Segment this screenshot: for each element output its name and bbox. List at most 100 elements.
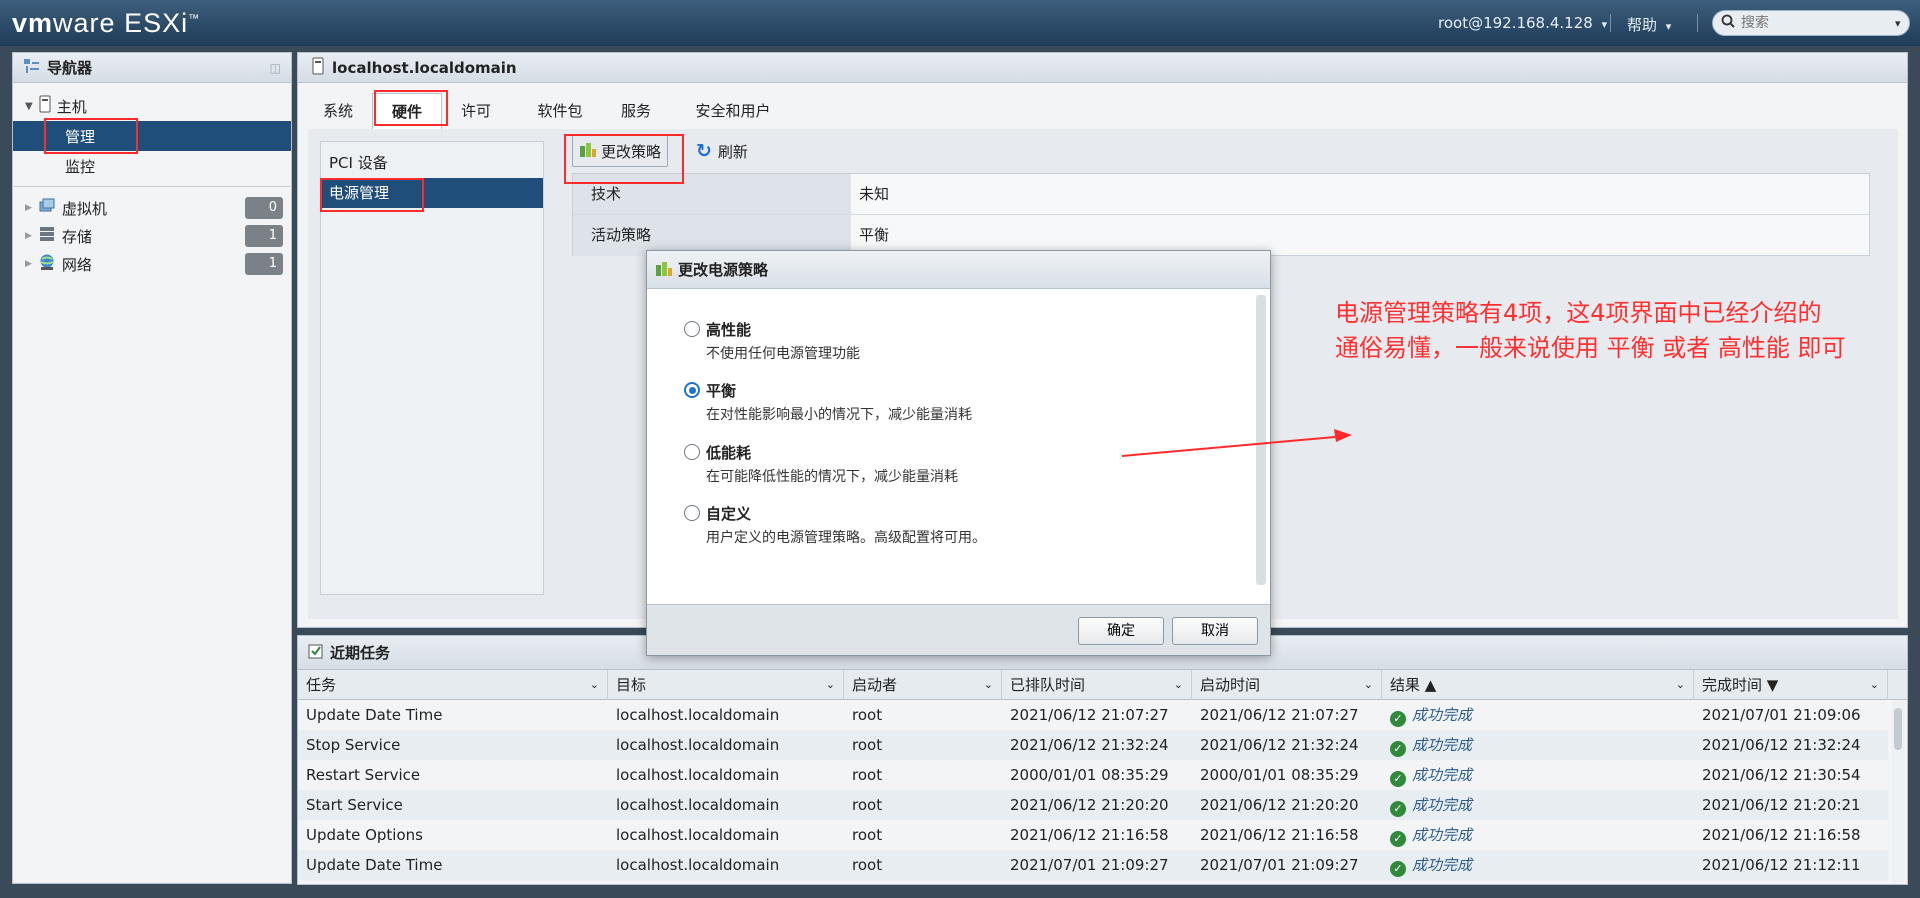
option-title: 自定义 (706, 505, 752, 523)
nav-item-storage[interactable]: ▶ 存储 1 (13, 221, 291, 251)
table-cell: Update Date Time (306, 706, 443, 724)
annotation-line: 电源管理策略有4项，这4项界面中已经介绍的 (1335, 299, 1822, 327)
chevron-down-icon: ⌄ (1173, 678, 1183, 691)
scrollbar-thumb[interactable] (1894, 708, 1902, 750)
table-cell: ✓ 成功完成 (1382, 850, 1694, 880)
ok-button[interactable]: 确定 (1078, 617, 1164, 645)
chevron-down-icon: ⌄ (825, 678, 835, 691)
nav-item-monitor[interactable]: 监控 (13, 151, 291, 181)
chevron-down-icon[interactable]: ▾ (1895, 17, 1901, 30)
grid-value: 未知 (859, 185, 890, 203)
navigator-icon (23, 58, 41, 78)
option-title: 平衡 (706, 382, 737, 400)
tasks-table-header: 任务 ⌄ 目标 ⌄ 启动者 ⌄ 已排队时间 ⌄ 启动时间 ⌄ 结果 ▲ ⌄ 完成时间 ▼ ⌄ (298, 670, 1907, 700)
cancel-button[interactable]: 取消 (1172, 617, 1258, 645)
nav-item-label: 管理 (65, 127, 96, 146)
change-policy-button[interactable]: 更改策略 (572, 135, 669, 167)
option-description: 在可能降低性能的情况下，减少能量消耗 (706, 469, 958, 485)
table-cell: 2021/06/12 21:20:21 (1702, 796, 1861, 814)
column-header-completed[interactable]: 完成时间 ▼ ⌄ (1694, 670, 1888, 700)
table-cell: ✓ 成功完成 (1382, 730, 1694, 760)
table-cell: Restart Service (306, 766, 421, 784)
table-row[interactable]: Update Options localhost.localdomain root 2… (298, 820, 1888, 850)
table-row[interactable]: Restart Service localhost.localdomain root… (298, 760, 1888, 790)
tab-security-users[interactable]: 安全和用户 (688, 93, 778, 129)
radio-button[interactable] (684, 505, 700, 521)
nav-item-host[interactable]: ▼ 主机 (13, 91, 291, 121)
annotation-arrow (1121, 429, 1352, 457)
table-cell: 2000/01/01 08:35:29 (1200, 766, 1359, 784)
table-cell: 2021/06/12 21:16:58 (1010, 826, 1169, 844)
table-cell: localhost.localdomain (616, 706, 780, 724)
help-menu[interactable]: 帮助 ▾ (1627, 14, 1671, 35)
nav-item-label: 虚拟机 (61, 199, 107, 218)
table-cell: 2000/01/01 08:35:29 (1010, 766, 1169, 784)
column-header-result[interactable]: 结果 ▲ ⌄ (1382, 670, 1694, 700)
table-cell: ✓ 成功完成 (1382, 700, 1694, 730)
vm-count-badge: 0 (245, 197, 283, 219)
chevron-down-icon: ⌄ (1363, 678, 1373, 691)
host-icon (39, 95, 51, 117)
success-check-icon: ✓ (1390, 861, 1406, 877)
column-header-started[interactable]: 启动时间 ⌄ (1192, 670, 1382, 700)
table-cell: 2021/06/12 21:32:24 (1200, 736, 1359, 754)
table-row[interactable]: Stop Service localhost.localdomain root 202… (298, 730, 1888, 760)
table-cell: 2021/06/12 21:32:24 (1702, 736, 1861, 754)
table-row[interactable]: Update Date Time localhost.localdomain roo… (298, 850, 1888, 880)
nav-item-label: 存储 (61, 227, 92, 246)
table-cell: 2021/06/12 21:12:11 (1702, 856, 1861, 874)
table-cell: ✓ 成功完成 (1382, 790, 1694, 820)
nav-item-vms[interactable]: ▶ 虚拟机 0 (13, 193, 291, 223)
tab-license[interactable]: 许可 (454, 93, 498, 129)
radio-button[interactable] (684, 444, 700, 460)
tab-bar: 系统 硬件 许可 软件包 服务 安全和用户 (298, 93, 1907, 129)
subnav-power-management[interactable]: 电源管理 (321, 178, 543, 208)
power-policy-icon (579, 140, 597, 162)
expand-triangle-icon[interactable]: ▶ (25, 231, 32, 241)
tab-hardware[interactable]: 硬件 (372, 93, 442, 129)
table-cell: localhost.localdomain (616, 856, 780, 874)
table-row[interactable]: Start Service localhost.localdomain root 20… (298, 790, 1888, 820)
success-check-icon: ✓ (1390, 801, 1406, 817)
navigator-title: 导航器 (47, 59, 93, 77)
nav-item-label: 网络 (61, 255, 92, 274)
table-cell: 2021/06/12 21:16:58 (1200, 826, 1359, 844)
chevron-down-icon: ⌄ (1869, 678, 1879, 691)
table-cell: localhost.localdomain (616, 796, 780, 814)
tasks-scrollbar[interactable] (1892, 702, 1904, 882)
nav-item-manage[interactable]: 管理 (13, 121, 291, 151)
table-cell: root (852, 736, 883, 754)
divider (13, 186, 291, 187)
column-header-task[interactable]: 任务 ⌄ (298, 670, 608, 700)
table-cell: 2021/06/12 21:32:24 (1010, 736, 1169, 754)
table-cell: 2021/07/01 21:09:06 (1702, 706, 1861, 724)
table-cell: ✓ 成功完成 (1382, 760, 1694, 790)
chevron-down-icon: ⌄ (589, 678, 599, 691)
grid-key: 技术 (591, 185, 622, 203)
nav-item-network[interactable]: ▶ 网络 1 (13, 249, 291, 279)
expand-triangle-icon[interactable]: ▼ (25, 101, 33, 112)
expand-triangle-icon[interactable]: ▶ (25, 259, 32, 269)
table-row[interactable]: Update Date Time localhost.localdomain roo… (298, 700, 1888, 730)
column-header-queued[interactable]: 已排队时间 ⌄ (1002, 670, 1192, 700)
column-header-initiator[interactable]: 启动者 ⌄ (844, 670, 1002, 700)
refresh-icon: ↻ (696, 140, 712, 162)
success-check-icon: ✓ (1390, 741, 1406, 757)
radio-button[interactable] (684, 321, 700, 337)
option-title: 低能耗 (706, 444, 752, 462)
subnav-pci-devices[interactable]: PCI 设备 (321, 148, 543, 178)
collapse-icon[interactable]: ◫ (270, 61, 281, 75)
refresh-button[interactable]: ↻ 刷新 (696, 135, 748, 167)
expand-triangle-icon[interactable]: ▶ (25, 203, 32, 213)
user-menu[interactable]: root@192.168.4.128 ▾ (1438, 14, 1607, 32)
column-header-target[interactable]: 目标 ⌄ (608, 670, 844, 700)
tab-services[interactable]: 服务 (614, 93, 658, 129)
network-count-badge: 1 (245, 253, 283, 275)
table-cell: root (852, 856, 883, 874)
search-input[interactable] (1741, 15, 1891, 31)
tasks-icon (308, 643, 324, 663)
radio-button-selected[interactable] (684, 382, 700, 398)
tab-packages[interactable]: 软件包 (532, 93, 588, 129)
table-cell: Update Options (306, 826, 423, 844)
tab-system[interactable]: 系统 (316, 93, 360, 129)
